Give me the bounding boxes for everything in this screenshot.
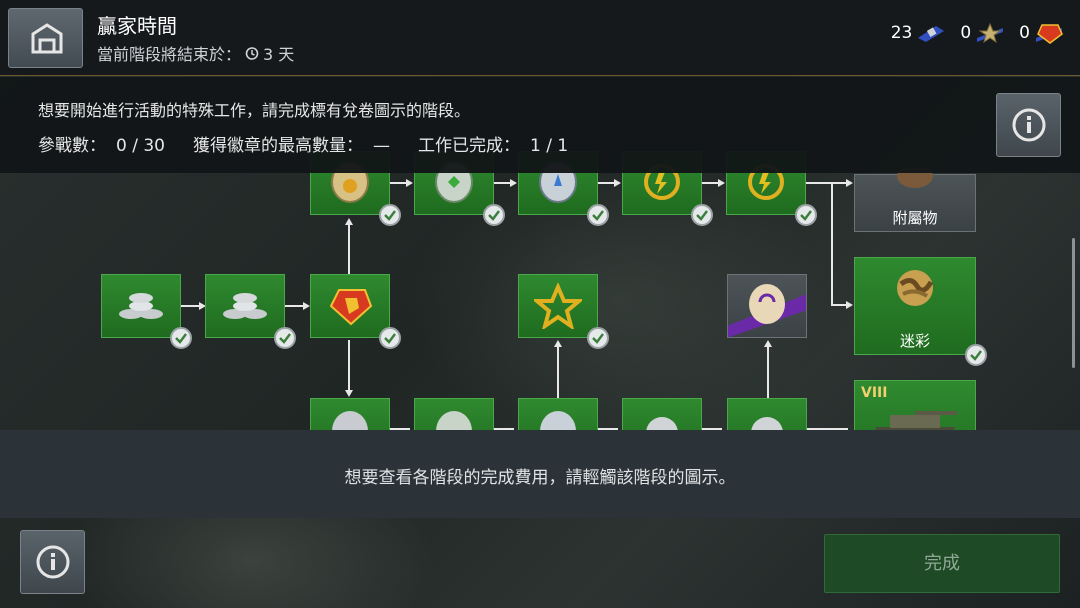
currency-medal-value: 0 xyxy=(960,23,972,43)
hint-text: 想要查看各階段的完成費用，請輕觸該階段的圖示。 xyxy=(344,468,736,488)
completed-check-icon xyxy=(587,327,609,349)
currency-bond: 0 xyxy=(1019,22,1064,44)
connector-arrow xyxy=(614,179,621,187)
completed-check-icon xyxy=(170,327,192,349)
stage-node-locked-coupon[interactable] xyxy=(727,274,807,338)
done-button[interactable]: 完成 xyxy=(824,534,1060,593)
silver-coins-icon xyxy=(223,293,267,319)
stage-node-bond[interactable] xyxy=(310,274,401,349)
info-description: 想要開始進行活動的特殊工作，請完成標有兌卷圖示的階段。 xyxy=(38,101,471,120)
connector xyxy=(767,344,769,398)
event-title: 贏家時間 xyxy=(97,14,177,38)
completed-check-icon xyxy=(483,204,505,226)
connector-arrow xyxy=(764,340,772,347)
timer-value: 3 天 xyxy=(263,45,295,64)
connector-arrow xyxy=(303,302,310,310)
silver-coins-icon xyxy=(119,293,163,319)
stage-node-attachments[interactable]: 附屬物 xyxy=(854,168,976,232)
hint-panel: 想要查看各階段的完成費用，請輕觸該階段的圖示。 xyxy=(0,430,1080,518)
star-medal-icon xyxy=(977,22,1004,44)
tasks-stat: 工作已完成： 1 / 1 xyxy=(418,131,568,156)
stage-node-camouflage[interactable]: 迷彩 xyxy=(854,257,987,366)
connector-arrow xyxy=(345,218,353,225)
connector xyxy=(557,344,559,398)
coupon-icon xyxy=(728,284,806,337)
connector xyxy=(806,182,848,184)
connector xyxy=(831,182,833,304)
garage-icon xyxy=(31,23,63,54)
medals-stat: 獲得徽章的最高數量： — xyxy=(193,131,390,156)
info-icon xyxy=(36,545,70,579)
connector-arrow xyxy=(406,179,413,187)
currency-medal: 0 xyxy=(960,22,1005,44)
camouflage-label: 迷彩 xyxy=(899,332,930,350)
header-bar: 贏家時間 當前階段將結束於： 3 天 23 0 0 xyxy=(0,0,1080,76)
info-button-top[interactable] xyxy=(996,93,1061,157)
tasks-value: 1 / 1 xyxy=(529,136,569,156)
currency-tag-value: 23 xyxy=(890,23,913,43)
currency-bar: 23 0 0 xyxy=(883,22,1064,44)
info-icon xyxy=(1012,108,1046,142)
timer-icon xyxy=(245,47,259,60)
completed-check-icon xyxy=(795,204,817,226)
battles-label: 參戰數： xyxy=(38,136,106,156)
connector-arrow xyxy=(718,179,725,187)
completed-check-icon xyxy=(691,204,713,226)
currency-bond-value: 0 xyxy=(1019,23,1030,43)
stage-node-silver-2[interactable] xyxy=(205,274,296,349)
info-button-bottom[interactable] xyxy=(20,530,85,594)
completed-check-icon xyxy=(379,204,401,226)
connector xyxy=(348,340,350,392)
battles-value: 0 / 30 xyxy=(116,136,165,156)
garage-button[interactable] xyxy=(8,8,83,68)
stage-node-silver-1[interactable] xyxy=(101,274,192,349)
scrollbar[interactable] xyxy=(1072,238,1075,368)
medals-label: 獲得徽章的最高數量： xyxy=(192,136,363,156)
blue-tag-icon xyxy=(918,26,945,42)
connector-arrow xyxy=(846,301,853,309)
connector-arrow xyxy=(554,340,562,347)
connector xyxy=(285,305,305,307)
connector-arrow xyxy=(345,390,353,397)
red-bond-icon xyxy=(1036,24,1063,44)
camouflage-icon xyxy=(897,270,934,306)
connector xyxy=(181,305,201,307)
star-icon xyxy=(534,283,582,329)
red-bond-icon xyxy=(329,289,373,326)
event-info-panel: 想要開始進行活動的特殊工作，請完成標有兌卷圖示的階段。 參戰數： 0 / 30 獲… xyxy=(0,77,1080,173)
completed-check-icon xyxy=(587,204,609,226)
completed-check-icon xyxy=(965,344,987,366)
footer-bar: 完成 xyxy=(0,518,1080,608)
connector xyxy=(348,222,350,274)
battles-stat: 參戰數： 0 / 30 xyxy=(38,131,165,156)
currency-tag: 23 xyxy=(891,23,947,43)
stage-timer: 當前階段將結束於： 3 天 xyxy=(97,41,294,65)
tasks-label: 工作已完成： xyxy=(417,136,520,156)
timer-label: 當前階段將結束於： xyxy=(97,45,242,64)
connector-arrow xyxy=(846,179,853,187)
connector-arrow xyxy=(510,179,517,187)
medals-value: — xyxy=(372,136,390,156)
completed-check-icon xyxy=(379,327,401,349)
info-stats: 參戰數： 0 / 30 獲得徽章的最高數量： — 工作已完成： 1 / 1 xyxy=(38,131,568,156)
completed-check-icon xyxy=(274,327,296,349)
stage-node-star[interactable] xyxy=(518,274,609,349)
attachments-label: 附屬物 xyxy=(892,209,938,227)
